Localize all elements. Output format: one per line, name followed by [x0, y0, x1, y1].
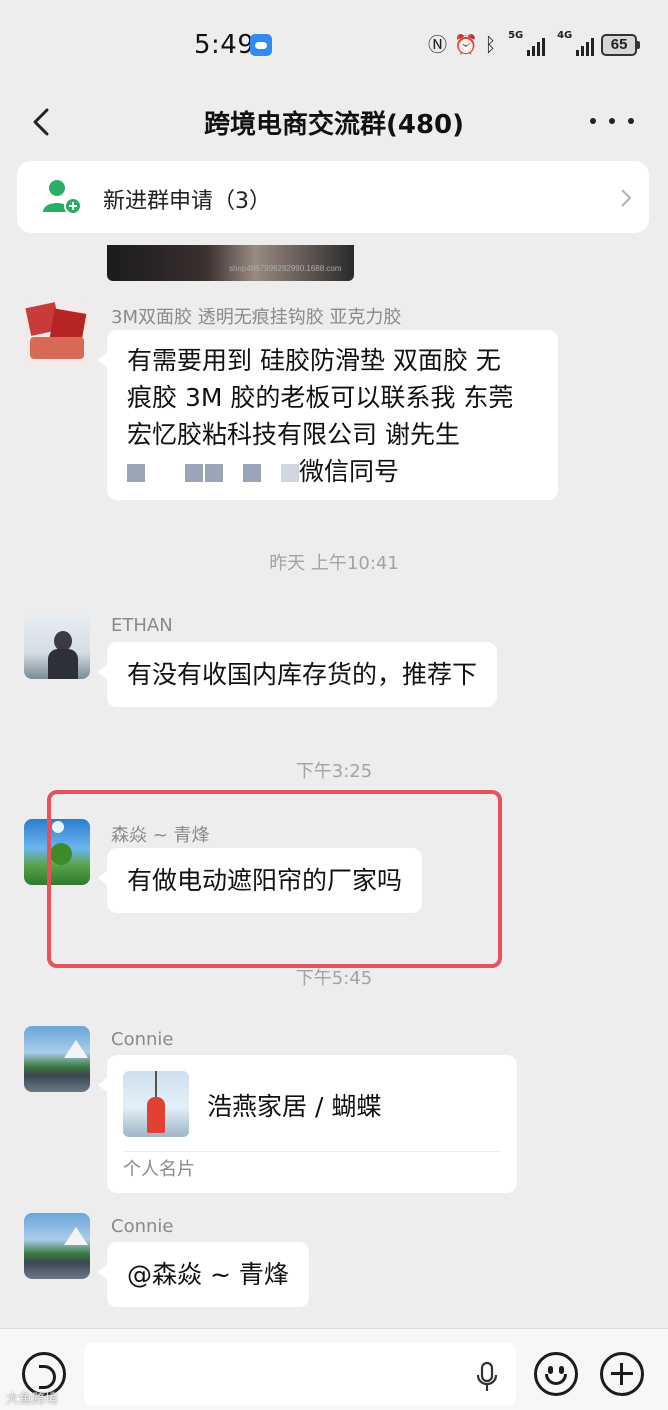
battery-icon: 65 — [601, 34, 641, 56]
contact-card-type: 个人名片 — [123, 1159, 195, 1180]
status-bar: 5:49 Ⓝ ⏰ ᛒ 5G 4G 65 — [0, 0, 668, 90]
signal-icon: 4G — [557, 30, 595, 56]
signal-icon: 5G — [508, 30, 546, 56]
avatar[interactable] — [24, 301, 90, 367]
sender-name: Connie — [111, 1216, 174, 1237]
status-time: 5:49 — [194, 30, 255, 60]
weather-icon — [250, 34, 272, 56]
join-request-label: 新进群申请（3） — [103, 189, 271, 214]
divider — [123, 1151, 501, 1152]
add-member-icon — [43, 180, 82, 215]
sender-name: ETHAN — [111, 615, 173, 636]
input-bar — [0, 1328, 668, 1410]
image-caption: shop4867998282990.1688.com — [229, 264, 342, 273]
highlight-annotation — [47, 790, 502, 968]
join-request-banner[interactable]: 新进群申请（3） — [17, 161, 649, 233]
contact-card-photo — [123, 1071, 189, 1137]
back-icon[interactable] — [28, 102, 58, 142]
avatar[interactable] — [24, 613, 90, 679]
sender-name: Connie — [111, 1029, 174, 1050]
watermark: 大鱼跨境 — [6, 1392, 59, 1407]
page-title: 跨境电商交流群(480) — [203, 110, 465, 140]
sender-name: 3M双面胶 透明无痕挂钩胶 亚克力胶 — [111, 307, 402, 328]
nav-bar: 跨境电商交流群(480) — [0, 90, 668, 156]
timestamp: 下午5:45 — [295, 968, 373, 989]
signal-5g-label: 5G — [508, 30, 524, 41]
avatar[interactable] — [24, 1026, 90, 1092]
message-text: 有没有收国内库存货的，推荐下 — [127, 660, 478, 689]
more-actions-button[interactable] — [600, 1352, 644, 1396]
alarm-icon: ⏰ — [454, 34, 478, 56]
battery-level: 65 — [601, 34, 638, 56]
contact-card-name: 浩燕家居 / 蝴蝶 — [207, 1092, 382, 1121]
message-bubble[interactable]: @森焱 ~ 青烽 — [98, 1242, 309, 1307]
nfc-icon: Ⓝ — [428, 34, 448, 56]
message-text-tail: 微信同号 — [299, 457, 400, 486]
timestamp: 昨天 上午10:41 — [269, 553, 399, 574]
message-text: @森焱 ~ 青烽 — [127, 1260, 289, 1289]
microphone-icon[interactable] — [476, 1361, 498, 1393]
timestamp: 下午3:25 — [295, 761, 373, 782]
redacted-phone — [127, 457, 299, 486]
more-icon[interactable] — [590, 106, 634, 136]
message-text: 有需要用到 硅胶防滑垫 双面胶 无 痕胶 3M 胶的老板可以联系我 东莞 宏忆胶… — [107, 330, 558, 504]
avatar[interactable] — [24, 1213, 90, 1279]
message-bubble[interactable]: 有没有收国内库存货的，推荐下 — [97, 642, 498, 707]
signal-4g-label: 4G — [557, 30, 573, 41]
bluetooth-icon: ᛒ — [484, 34, 497, 56]
image-message[interactable]: shop4867998282990.1688.com — [107, 245, 354, 281]
status-icons: Ⓝ ⏰ ᛒ 5G 4G 65 — [428, 30, 641, 58]
message-bubble[interactable]: 有需要用到 硅胶防滑垫 双面胶 无 痕胶 3M 胶的老板可以联系我 东莞 宏忆胶… — [98, 330, 558, 500]
contact-card[interactable]: 浩燕家居 / 蝴蝶 个人名片 — [98, 1055, 517, 1193]
message-input[interactable] — [84, 1343, 516, 1405]
chevron-right-icon — [621, 189, 632, 207]
emoji-button[interactable] — [534, 1352, 578, 1396]
message-text-body: 有需要用到 硅胶防滑垫 双面胶 无 痕胶 3M 胶的老板可以联系我 东莞 宏忆胶… — [127, 346, 514, 449]
